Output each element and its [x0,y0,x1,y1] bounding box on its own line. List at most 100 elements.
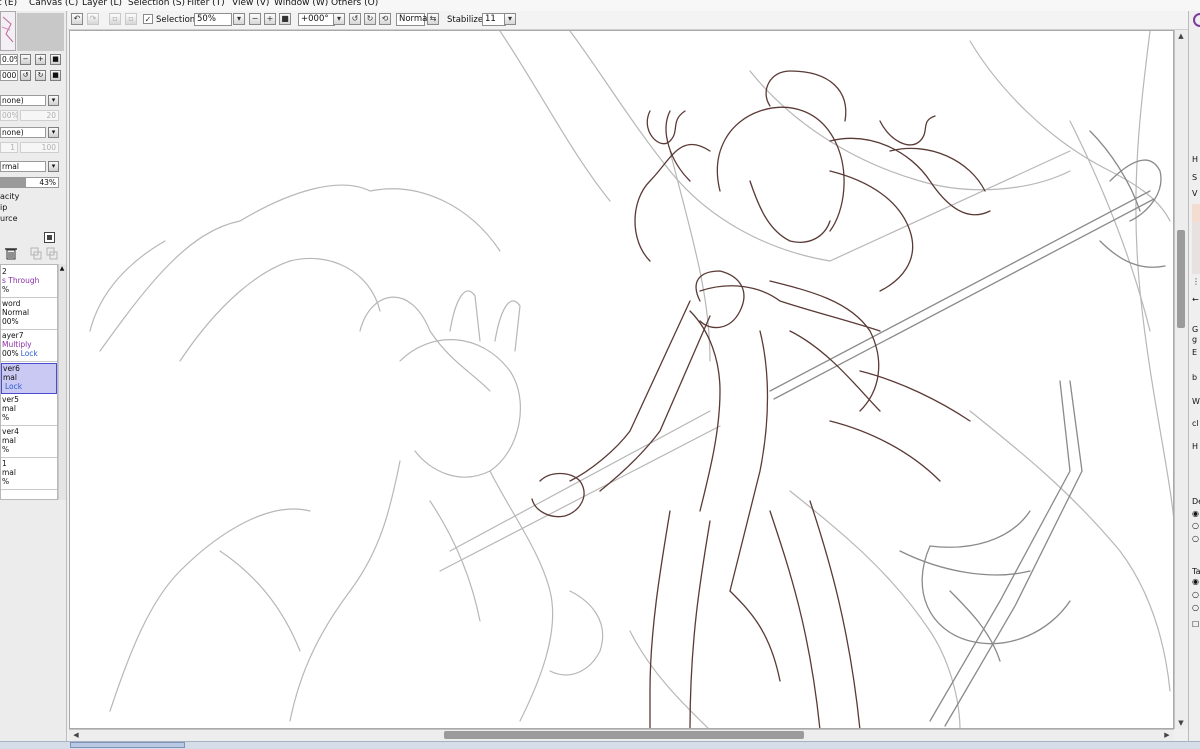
layer-opacity: 00% [2,317,19,326]
vertical-scroll-thumb[interactable] [1177,230,1185,328]
layer-item[interactable]: 2s Through% [1,267,57,298]
stabilizer-field[interactable]: 11 [482,13,506,26]
layer-blend-mode-field[interactable]: rmal [0,161,46,172]
zoom-in-button[interactable]: + [264,13,276,25]
layer-item[interactable]: word Normal 00% [1,299,57,330]
radio-icon[interactable]: ◉ [1192,509,1199,518]
layer-item[interactable]: ver4 mal% [1,427,57,458]
right-arrow-icon: ← [1192,295,1199,304]
menu-others[interactable]: Others (O) [331,0,378,8]
opacity-value: 43% [39,178,56,187]
effect-strength-field[interactable]: 100 [20,142,59,153]
effect-width-field[interactable]: 1 [0,142,18,153]
navigator-zoom-field[interactable]: 0.0% [0,54,18,65]
effect-dropdown-button[interactable]: ▾ [48,127,59,138]
navigator-zoom-reset-button[interactable]: ■ [50,54,61,65]
menu-selection[interactable]: Selection (S) [128,0,185,8]
layer-item[interactable]: ver5 mal% [1,395,57,426]
rotate-left-button[interactable]: ↺ [349,13,361,25]
menu-window[interactable]: Window (W) [274,0,328,8]
zoom-dropdown-button[interactable]: ▾ [233,13,245,25]
rotation-dropdown-button[interactable]: ▾ [333,13,345,25]
layer-name: ver4 [2,427,19,436]
color-wheel-icon[interactable] [1193,13,1200,27]
right-label-8: W [1192,397,1200,406]
texture-field[interactable]: none) [0,95,46,106]
checkbox-icon[interactable]: ☐ [1192,620,1199,629]
layer-scroll-up-icon[interactable]: ▲ [59,266,65,272]
new-layer-button[interactable] [44,232,55,243]
menu-layer[interactable]: Layer (L) [82,0,122,8]
scroll-left-icon[interactable]: ◀ [71,730,81,740]
layer-blend-mode: mal [2,436,16,445]
rotate-right-button[interactable]: ↻ [364,13,376,25]
invert-selection-button[interactable]: ▫ [125,13,137,25]
deselect-button[interactable]: ▫ [109,13,121,25]
menu-canvas[interactable]: Canvas (C) [29,0,78,8]
menu-view[interactable]: View (V) [232,0,269,8]
navigator-rotate-left-button[interactable]: ↺ [20,70,31,81]
menu-edit[interactable]: t (E) [0,0,17,8]
menu-filter[interactable]: Filter (T) [187,0,225,8]
rotation-field[interactable]: +000° [298,13,335,26]
navigator-zoom-in-button[interactable]: + [35,54,46,65]
left-panel: 0.0% − + ■ 000$ ↺ ↻ ■ none) ▾ 00% 20 non… [0,11,67,748]
zoom-reset-button[interactable]: ■ [279,13,291,25]
navigator-angle-field[interactable]: 000$ [0,70,18,81]
layer-blend-mode: s Through [2,276,40,285]
navigator-rotate-reset-button[interactable]: ■ [50,70,61,81]
redo-button[interactable]: ↷ [87,13,99,25]
clipping-group-option[interactable]: ip [0,203,7,212]
layer-lock-label: Lock [5,382,23,391]
opacity-slider[interactable]: 43% [0,177,59,188]
taskbar-item[interactable] [70,742,185,748]
zoom-field[interactable]: 50% [194,13,232,26]
selection-source-option[interactable]: urce [0,214,18,223]
navigator-thumbnail[interactable] [0,11,16,51]
right-dots-icon: ⋮ [1192,277,1200,286]
protect-opacity-option[interactable]: acity [0,192,19,201]
right-label-7: b [1192,373,1198,382]
scroll-right-icon[interactable]: ▶ [1162,730,1172,740]
stabilizer-dropdown-button[interactable]: ▾ [504,13,516,25]
stabilizer-label: Stabilizer [447,15,487,25]
texture-scale-field[interactable]: 00% [0,110,18,121]
layer-name: ver5 [2,395,19,404]
radio-icon[interactable]: ○ [1192,521,1199,530]
layer-blend-mode: mal [3,373,17,382]
texture-dropdown-button[interactable]: ▾ [48,95,59,106]
navigator-preview[interactable] [17,13,64,51]
effect-field[interactable]: none) [0,127,46,138]
canvas-vertical-scrollbar[interactable]: ▲ ▼ [1174,30,1188,729]
zoom-out-button[interactable]: − [249,13,261,25]
navigator-rotate-right-button[interactable]: ↻ [35,70,46,81]
trash-icon[interactable] [5,247,17,260]
transfer-down-icon[interactable] [46,247,58,260]
scroll-up-icon[interactable]: ▲ [1176,31,1186,41]
undo-button[interactable]: ↶ [71,13,83,25]
layer-blend-dropdown-button[interactable]: ▾ [48,161,59,172]
canvas-horizontal-scrollbar[interactable]: ◀ ▶ [69,729,1174,741]
radio-icon[interactable]: ○ [1192,534,1199,543]
selection-checkbox[interactable]: ✓ [143,14,153,24]
layer-item[interactable]: ver6 mal Lock [1,363,57,394]
blend-mode-field[interactable]: Normal [396,13,430,26]
texture-strength-field[interactable]: 20 [20,110,59,121]
thumbnail-sketch-icon [1,16,14,43]
layer-name: word [2,299,21,308]
layer-item[interactable]: ayer7 Multiply 00% Lock [1,331,57,362]
horizontal-scroll-thumb[interactable] [444,731,804,739]
merge-down-icon[interactable] [30,247,42,260]
rotate-reset-button[interactable]: ⟲ [379,13,391,25]
radio-icon[interactable]: ○ [1192,590,1199,599]
layer-list-scrollbar[interactable]: ▲ [58,264,66,500]
layer-item[interactable]: 1 mal% [1,459,57,490]
radio-icon[interactable]: ◉ [1192,577,1199,586]
scroll-down-icon[interactable]: ▼ [1176,718,1186,728]
canvas[interactable] [69,30,1174,729]
navigator-zoom-out-button[interactable]: − [20,54,31,65]
radio-icon[interactable]: ○ [1192,603,1199,612]
flip-button[interactable]: ⇆ [427,13,439,25]
layer-opacity: % [2,413,10,422]
layer-blend-mode: mal [2,468,16,477]
